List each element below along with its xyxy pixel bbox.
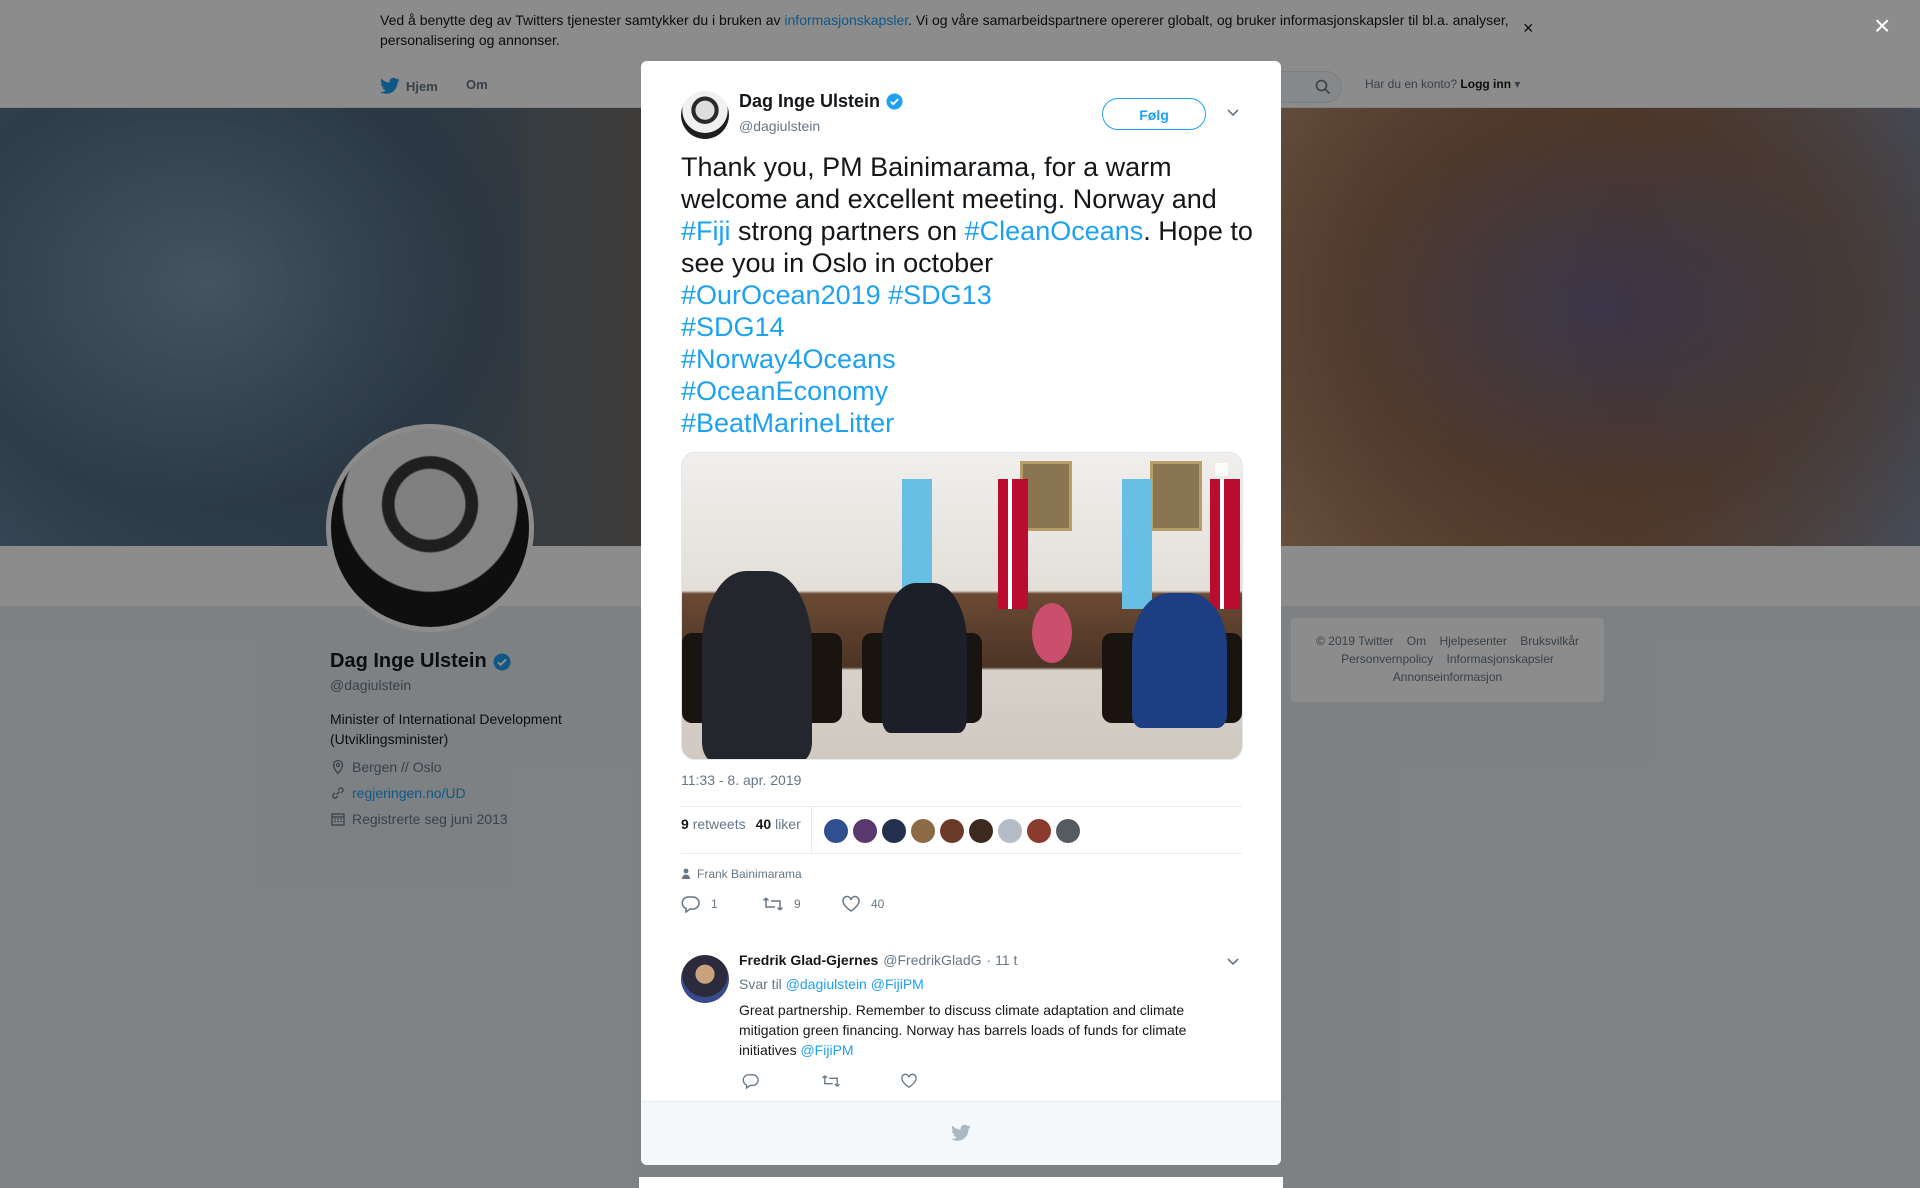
divider: [681, 853, 1242, 854]
hashtag-link[interactable]: #OceanEconomy: [681, 376, 888, 406]
person-icon: [682, 868, 690, 879]
tweet-author-handle[interactable]: @dagiulstein: [739, 118, 820, 134]
hashtag-link[interactable]: #Fiji: [681, 216, 731, 246]
retweets-stat[interactable]: 9 retweets: [681, 816, 746, 832]
reply-icon: [681, 896, 700, 913]
mention-link[interactable]: @FijiPM: [800, 1042, 853, 1058]
close-modal-button[interactable]: ×: [1874, 10, 1890, 42]
likes-stat[interactable]: 40 liker: [756, 816, 801, 832]
norway-flag: [1210, 479, 1240, 609]
divider: [681, 806, 1242, 807]
reply-header: Fredrik Glad-Gjernes @FredrikGladG · 11 …: [739, 952, 1017, 968]
chevron-down-icon[interactable]: [1226, 105, 1240, 121]
follow-button[interactable]: Følg: [1102, 98, 1206, 130]
heart-icon: [901, 1073, 917, 1089]
reply-author-handle[interactable]: @FredrikGladG: [883, 952, 981, 968]
tweet-modal: Dag Inge Ulstein @dagiulstein Følg Thank…: [641, 61, 1281, 1165]
twitter-bird-icon: [951, 1124, 971, 1147]
liker-avatar[interactable]: [940, 819, 964, 843]
flower-arrangement: [1032, 603, 1072, 663]
retweet-icon: [762, 897, 784, 911]
like-action[interactable]: 40: [841, 895, 884, 913]
reply-to: Svar til @dagiulstein @FijiPM: [739, 976, 924, 992]
hashtag-link[interactable]: #SDG14: [681, 312, 785, 342]
person: [702, 571, 812, 759]
liker-avatar[interactable]: [1056, 819, 1080, 843]
mention-link[interactable]: @FijiPM: [871, 976, 924, 992]
modal-footer: [641, 1101, 1281, 1165]
heart-icon: [842, 895, 860, 912]
gif-icon: [1215, 463, 1228, 476]
liker-avatar[interactable]: [882, 819, 906, 843]
tweet-author-avatar[interactable]: [681, 91, 729, 139]
chevron-down-icon[interactable]: [1226, 954, 1240, 970]
liker-avatar[interactable]: [911, 819, 935, 843]
person: [882, 583, 967, 733]
mention-link[interactable]: @dagiulstein: [786, 976, 867, 992]
reply-retweet-action[interactable]: [821, 1073, 841, 1089]
next-modal-edge: [639, 1177, 1283, 1188]
hashtag-link[interactable]: #CleanOceans: [965, 216, 1144, 246]
hashtag-link[interactable]: #SDG13: [888, 280, 992, 310]
reply-author-avatar[interactable]: [681, 955, 729, 1003]
tweet-timestamp[interactable]: 11:33 - 8. apr. 2019: [681, 772, 801, 788]
reply-text: Great partnership. Remember to discuss c…: [739, 1002, 1187, 1058]
liker-avatar[interactable]: [853, 819, 877, 843]
reply-reply-action[interactable]: [742, 1073, 760, 1089]
tweet-photo[interactable]: [681, 452, 1243, 760]
tagged-person[interactable]: Frank Bainimarama: [681, 867, 802, 881]
reply-action[interactable]: 1: [681, 895, 718, 913]
norway-flag: [998, 479, 1028, 609]
liker-avatar[interactable]: [998, 819, 1022, 843]
tweet-author-name[interactable]: Dag Inge Ulstein: [739, 91, 903, 112]
retweet-icon: [822, 1075, 840, 1087]
tweet-stats: 9 retweets 40 liker: [681, 816, 801, 832]
verified-badge-icon: [886, 93, 903, 110]
reply-time[interactable]: · 11 t: [987, 952, 1018, 968]
reply-author-name[interactable]: Fredrik Glad-Gjernes: [739, 952, 878, 968]
liker-avatar[interactable]: [1027, 819, 1051, 843]
divider: [811, 807, 812, 853]
liker-avatar[interactable]: [824, 819, 848, 843]
liker-avatar[interactable]: [969, 819, 993, 843]
retweet-action[interactable]: 9: [762, 895, 801, 913]
hashtag-link[interactable]: #Norway4Oceans: [681, 344, 896, 374]
reply-icon: [742, 1074, 759, 1089]
fiji-flag: [1122, 479, 1152, 609]
tweet-text: Thank you, PM Bainimarama, for a warm we…: [681, 152, 1253, 438]
reply-like-action[interactable]: [900, 1073, 918, 1089]
hashtag-link[interactable]: #BeatMarineLitter: [681, 408, 894, 438]
person: [1132, 593, 1227, 728]
hashtag-link[interactable]: #OurOcean2019: [681, 280, 881, 310]
portrait-frame: [1150, 461, 1202, 531]
